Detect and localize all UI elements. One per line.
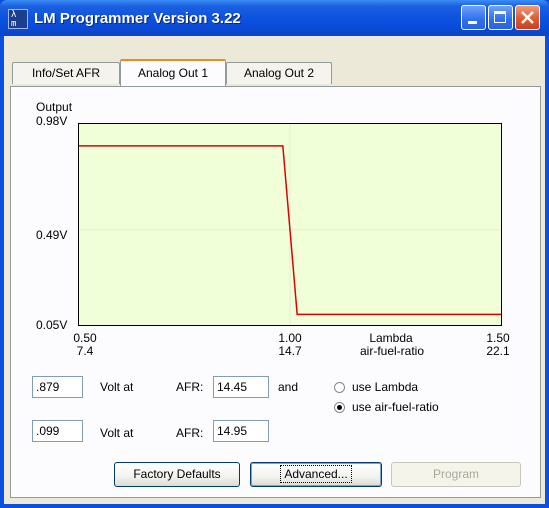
afr-label: AFR: (176, 380, 204, 394)
x-axis-label-afr: air-fuel-ratio (359, 344, 425, 358)
x-tick-label-lambda: 1.00 (278, 331, 302, 345)
output-chart (78, 123, 502, 326)
x-axis-label-lambda: Lambda (369, 331, 413, 345)
advanced-button-label: Advanced... (280, 465, 352, 483)
program-button[interactable]: Program (391, 462, 521, 487)
title-bar[interactable]: λm LM Programmer Version 3.22 (0, 0, 549, 36)
close-icon (521, 11, 534, 24)
window-title: LM Programmer Version 3.22 (34, 10, 241, 27)
app-icon[interactable]: λm (8, 9, 28, 29)
y-tick-label: 0.49V (36, 228, 68, 242)
use-afr-radio[interactable] (334, 402, 345, 413)
volt-1-field[interactable]: .879 (32, 376, 83, 398)
use-lambda-radio[interactable] (334, 382, 345, 393)
afr-1-field[interactable]: 14.45 (213, 376, 269, 398)
y-axis-label: Output (36, 100, 73, 114)
use-lambda-label[interactable]: use Lambda (352, 380, 418, 394)
factory-defaults-button[interactable]: Factory Defaults (114, 462, 240, 487)
x-tick-label-afr: 7.4 (76, 344, 94, 358)
tab-info-set-afr[interactable]: Info/Set AFR (12, 62, 120, 84)
y-tick-label: 0.98V (36, 114, 68, 128)
volt-2-field[interactable]: .099 (32, 420, 83, 442)
advanced-button[interactable]: Advanced... (250, 462, 382, 487)
x-tick-label-afr: 22.1 (486, 344, 510, 358)
volt-at-label: Volt at (100, 426, 134, 440)
app-window: λm LM Programmer Version 3.22 Info/Set A… (0, 0, 549, 508)
and-label: and (278, 380, 299, 394)
afr-2-field[interactable]: 14.95 (213, 420, 269, 442)
chart-plot-area (79, 124, 501, 325)
volt-at-label: Volt at (100, 380, 134, 394)
x-tick-label-lambda: 0.50 (73, 331, 97, 345)
y-tick-label: 0.05V (36, 318, 68, 332)
minimize-button[interactable] (461, 5, 486, 30)
tab-analog-out-1[interactable]: Analog Out 1 (120, 59, 226, 86)
use-afr-label[interactable]: use air-fuel-ratio (352, 400, 439, 414)
tab-analog-out-2[interactable]: Analog Out 2 (226, 62, 332, 84)
afr-label: AFR: (176, 426, 204, 440)
x-tick-label-afr: 14.7 (278, 344, 302, 358)
x-tick-label-lambda: 1.50 (486, 331, 510, 345)
maximize-button[interactable] (488, 5, 513, 30)
close-button[interactable] (515, 5, 540, 30)
